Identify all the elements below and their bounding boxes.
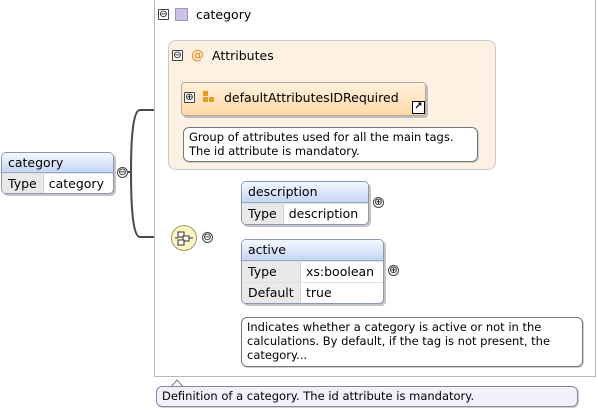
attributes-doc: Group of attributes used for all the mai… <box>183 127 478 162</box>
type-key: Type <box>2 174 44 193</box>
active-doc-line: calculations. By default, if the tag is … <box>247 334 551 348</box>
collapse-attributes-toggle[interactable]: ⊖ <box>172 49 183 61</box>
active-doc-line: category... <box>247 348 308 362</box>
active-type-row: Type xs:boolean <box>242 261 383 282</box>
active-element-name: active <box>242 240 383 261</box>
active-default-row: Default true <box>242 282 383 303</box>
complex-type-icon <box>175 7 188 21</box>
collapse-sequence-toggle[interactable]: ⊖ <box>202 232 213 243</box>
attributes-title: Attributes <box>212 47 274 63</box>
active-element-box[interactable]: active Type xs:boolean Default true <box>241 239 384 304</box>
sequence-glyph-icon <box>175 231 193 246</box>
attributes-doc-line: Group of attributes used for all the mai… <box>189 130 454 144</box>
collapse-type-toggle[interactable]: ⊖ <box>158 8 169 20</box>
attribute-group-row: ⊕ defaultAttributesIDRequired <box>184 88 399 106</box>
expand-active-toggle[interactable]: ⊕ <box>388 265 399 276</box>
sequence-compositor-icon[interactable] <box>171 225 197 251</box>
root-element-type-row: Type category <box>2 173 113 193</box>
active-doc-line: Indicates whether a category is active o… <box>247 320 542 334</box>
active-doc: Indicates whether a category is active o… <box>241 317 583 367</box>
type-key: Type <box>242 204 284 224</box>
external-link-icon[interactable]: ↗ <box>412 101 425 114</box>
type-frame-header: ⊖ category <box>158 5 251 23</box>
type-doc-text: Definition of a category. The id attribu… <box>162 389 475 403</box>
default-value: true <box>306 285 332 300</box>
attribute-group-icon <box>203 91 215 103</box>
description-element-name: description <box>242 182 368 203</box>
description-element-box[interactable]: description Type description <box>241 181 369 225</box>
type-doc: Definition of a category. The id attribu… <box>156 386 578 407</box>
description-type-row: Type description <box>242 203 368 224</box>
collapse-root-toggle[interactable]: ⊖ <box>117 167 128 178</box>
attributes-doc-line: The id attribute is mandatory. <box>189 144 360 158</box>
expand-group-toggle[interactable]: ⊕ <box>184 91 195 103</box>
attribute-at-icon: @ <box>191 47 204 63</box>
type-value: xs:boolean <box>306 264 375 279</box>
type-value: category <box>48 176 104 191</box>
default-key: Default <box>242 283 301 303</box>
attributes-header: ⊖ @ Attributes <box>172 46 274 64</box>
type-frame-title: category <box>196 6 252 22</box>
root-element-box[interactable]: category Type category <box>1 152 114 194</box>
expand-description-toggle[interactable]: ⊕ <box>373 197 384 208</box>
attribute-group-name: defaultAttributesIDRequired <box>224 89 399 105</box>
root-element-name: category <box>2 153 113 173</box>
type-key: Type <box>242 262 301 282</box>
type-value: description <box>288 206 359 221</box>
